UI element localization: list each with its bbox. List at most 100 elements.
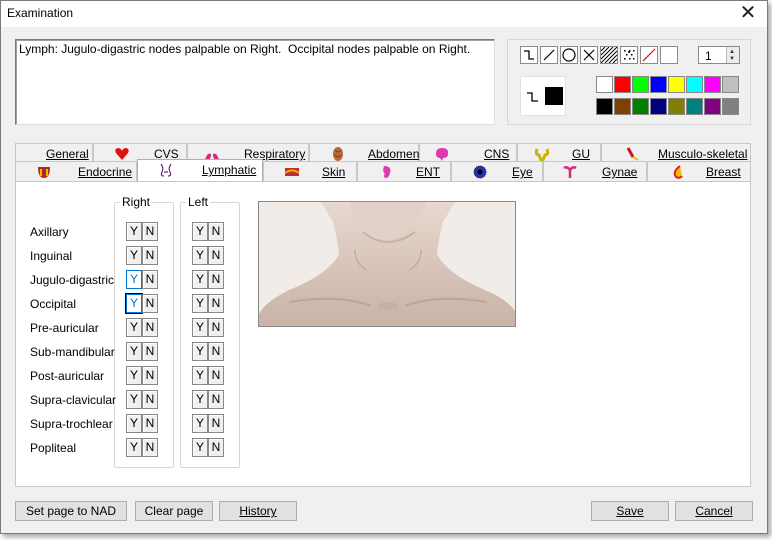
history-label: History	[239, 504, 277, 518]
right-no-button[interactable]: N	[142, 270, 158, 289]
thyroid-icon	[36, 164, 52, 180]
right-no-button[interactable]: N	[142, 222, 158, 241]
left-yes-button[interactable]: Y	[192, 390, 208, 409]
tab-breast[interactable]: Breast	[647, 161, 751, 181]
right-yes-button[interactable]: Y	[125, 293, 143, 314]
tab-endocrine[interactable]: Endocrine	[15, 161, 137, 181]
tab-abdomen[interactable]: Abdomen	[309, 143, 419, 163]
tab-musculo-skeletal[interactable]: Musculo-skeletal	[601, 143, 751, 163]
right-no-button[interactable]: N	[142, 246, 158, 265]
window-title: Examination	[7, 6, 74, 20]
left-no-button[interactable]: N	[208, 318, 224, 337]
left-no-button[interactable]: N	[208, 366, 224, 385]
circle-icon[interactable]	[560, 46, 578, 64]
examination-notes-field[interactable]	[15, 39, 495, 125]
tab-lymphatic[interactable]: Lymphatic	[137, 159, 263, 181]
hatch-fill-icon[interactable]	[600, 46, 618, 64]
left-no-button[interactable]: N	[208, 414, 224, 433]
color-swatch[interactable]	[632, 98, 649, 115]
color-swatch[interactable]	[596, 76, 613, 93]
brain-icon	[434, 146, 450, 162]
diagonal-line-icon[interactable]	[540, 46, 558, 64]
line-width-spinner[interactable]: 1 ▲ ▼	[698, 46, 740, 64]
right-no-button[interactable]: N	[142, 366, 158, 385]
right-yes-button[interactable]: Y	[126, 270, 142, 289]
tab-gu[interactable]: GU	[517, 143, 601, 163]
save-button[interactable]: Save	[591, 501, 669, 521]
left-yes-button[interactable]: Y	[192, 270, 208, 289]
cross-icon[interactable]	[580, 46, 598, 64]
color-swatch[interactable]	[686, 76, 703, 93]
left-no-button[interactable]: N	[208, 390, 224, 409]
right-no-button[interactable]: N	[142, 294, 158, 313]
set-page-nad-button[interactable]: Set page to NAD	[15, 501, 127, 521]
color-swatch[interactable]	[704, 76, 721, 93]
tab-general[interactable]: General	[15, 143, 93, 163]
node-label: Post-auricular	[30, 369, 105, 383]
node-label: Popliteal	[30, 441, 77, 455]
left-no-button[interactable]: N	[208, 294, 224, 313]
step-line-icon[interactable]	[520, 46, 538, 64]
color-swatch[interactable]	[668, 98, 685, 115]
left-yes-button[interactable]: Y	[192, 318, 208, 337]
red-pen-icon[interactable]	[640, 46, 658, 64]
right-yes-button[interactable]: Y	[126, 366, 142, 385]
spinner-arrows[interactable]: ▲ ▼	[726, 47, 739, 63]
color-swatch[interactable]	[668, 76, 685, 93]
tab-gynae[interactable]: Gynae	[543, 161, 647, 181]
tab-skin[interactable]: Skin	[263, 161, 357, 181]
right-yes-button[interactable]: Y	[126, 342, 142, 361]
left-no-button[interactable]: N	[208, 222, 224, 241]
right-yes-button[interactable]: Y	[126, 438, 142, 457]
dotted-fill-icon[interactable]	[620, 46, 638, 64]
examination-window: Examination ✕ 1 ▲	[0, 0, 768, 534]
left-yes-button[interactable]: Y	[192, 342, 208, 361]
right-no-button[interactable]: N	[142, 414, 158, 433]
color-swatch[interactable]	[614, 98, 631, 115]
right-yes-button[interactable]: Y	[126, 390, 142, 409]
left-yes-button[interactable]: Y	[192, 246, 208, 265]
right-yes-button[interactable]: Y	[126, 222, 142, 241]
tab-label: Endocrine	[78, 165, 133, 179]
blank-tool-icon[interactable]	[660, 46, 678, 64]
close-icon: ✕	[739, 2, 757, 24]
drawing-tools-panel: 1 ▲ ▼	[507, 39, 751, 125]
left-yes-button[interactable]: Y	[192, 294, 208, 313]
right-yes-button[interactable]: Y	[126, 414, 142, 433]
left-yes-button[interactable]: Y	[192, 366, 208, 385]
color-swatch[interactable]	[722, 76, 739, 93]
tab-ent[interactable]: ENT	[357, 161, 451, 181]
color-swatch[interactable]	[686, 98, 703, 115]
left-yes-button[interactable]: Y	[192, 414, 208, 433]
left-no-button[interactable]: N	[208, 246, 224, 265]
left-no-button[interactable]: N	[208, 342, 224, 361]
right-no-button[interactable]: N	[142, 390, 158, 409]
tab-cns[interactable]: CNS	[419, 143, 517, 163]
color-swatch[interactable]	[632, 76, 649, 93]
left-no-button[interactable]: N	[208, 438, 224, 457]
left-yes-button[interactable]: Y	[192, 438, 208, 457]
color-swatch[interactable]	[704, 98, 721, 115]
tab-label: General	[46, 147, 89, 161]
tab-label: Skin	[322, 165, 346, 179]
right-no-button[interactable]: N	[142, 342, 158, 361]
tab-label: Lymphatic	[202, 163, 257, 177]
down-arrow-icon[interactable]: ▼	[729, 56, 735, 62]
left-yes-button[interactable]: Y	[192, 222, 208, 241]
right-no-button[interactable]: N	[142, 438, 158, 457]
color-swatch[interactable]	[614, 76, 631, 93]
color-swatch[interactable]	[650, 76, 667, 93]
cancel-button[interactable]: Cancel	[675, 501, 753, 521]
color-swatch[interactable]	[722, 98, 739, 115]
close-button[interactable]: ✕	[733, 2, 763, 26]
right-yes-button[interactable]: Y	[126, 246, 142, 265]
color-swatch[interactable]	[596, 98, 613, 115]
up-arrow-icon[interactable]: ▲	[729, 49, 735, 55]
color-swatch[interactable]	[650, 98, 667, 115]
tab-eye[interactable]: Eye	[451, 161, 543, 181]
right-no-button[interactable]: N	[142, 318, 158, 337]
history-button[interactable]: History	[219, 501, 297, 521]
left-no-button[interactable]: N	[208, 270, 224, 289]
clear-page-button[interactable]: Clear page	[135, 501, 213, 521]
right-yes-button[interactable]: Y	[126, 318, 142, 337]
